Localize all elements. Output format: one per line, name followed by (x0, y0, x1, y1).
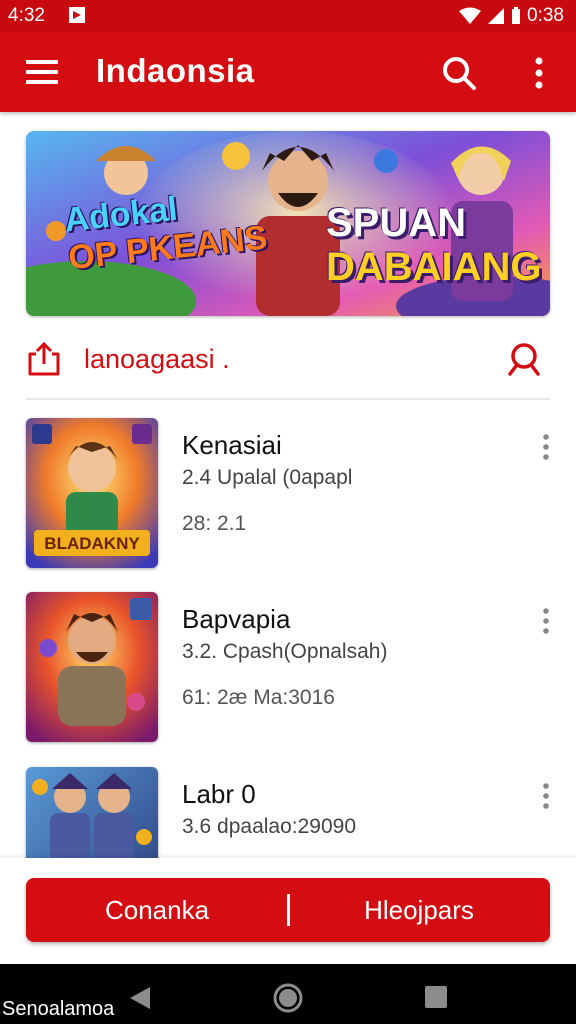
recent-apps-icon[interactable] (424, 985, 448, 1009)
search-icon[interactable] (438, 52, 480, 94)
game-extra: 28: 2.1 (182, 512, 247, 535)
thumbnail-text: BLADAKNY (44, 534, 140, 553)
status-icons: 0:38 (459, 5, 564, 27)
app-title: Indaonsia (96, 52, 255, 89)
more-vert-icon[interactable] (534, 781, 558, 811)
status-bar: 4:32 0:38 (0, 0, 576, 32)
game-meta: 3.6 dpaalao:29090 (182, 815, 356, 838)
section-title: lanoagaasi . (84, 344, 230, 374)
section-search-icon[interactable] (506, 340, 544, 378)
game-extra: 61: 2æ Ma:3016 (182, 686, 335, 709)
more-vert-icon[interactable] (534, 606, 558, 636)
banner-right-line1: SPUAN (326, 201, 467, 245)
game-meta: 3.2. Cpash(Opnalsah) (182, 640, 388, 663)
action-bar: Conanka Hleojpars (26, 878, 550, 942)
game-thumbnail: BLADAKNY (26, 418, 158, 568)
game-name: Kenasiai (182, 430, 282, 460)
wifi-icon (459, 7, 482, 24)
share-icon[interactable] (26, 340, 62, 378)
more-vert-icon[interactable] (534, 432, 558, 462)
banner-right-line2: DABAIANG (326, 245, 542, 289)
banner-title-right: SPUAN DABAIANG (326, 201, 542, 289)
game-name: Labr 0 (182, 779, 256, 809)
nav-label: Senoalamoa (2, 998, 115, 1020)
action-right-button[interactable]: Hleojpars (288, 878, 550, 942)
battery-text: 0:38 (527, 5, 564, 26)
action-left-button[interactable]: Conanka (26, 878, 288, 942)
more-vert-icon[interactable] (524, 52, 554, 94)
game-meta: 2.4 Upalal (0apapl (182, 466, 353, 489)
notification-icon (69, 7, 85, 23)
system-nav-bar: Senoalamoa (0, 964, 576, 1024)
bottom-action-panel: Conanka Hleojpars (0, 858, 576, 964)
battery-icon (512, 7, 521, 24)
list-item[interactable]: BLADAKNY Kenasiai 2.4 Upalal (0apapl 28:… (0, 418, 576, 578)
section-divider (26, 398, 550, 400)
game-thumbnail (26, 592, 158, 742)
menu-icon[interactable] (22, 54, 62, 90)
status-time: 4:32 (8, 5, 45, 26)
list-item[interactable]: Bapvapia 3.2. Cpash(Opnalsah) 61: 2æ Ma:… (0, 592, 576, 752)
game-thumbnail-art: BLADAKNY (26, 418, 158, 568)
game-name: Bapvapia (182, 604, 291, 634)
home-icon[interactable] (272, 982, 304, 1014)
signal-icon (488, 8, 505, 24)
app-bar: Indaonsia (0, 32, 576, 112)
game-thumbnail-art (26, 592, 158, 742)
promo-banner[interactable]: Adokal OP PKEANS SPUAN DABAIANG (26, 131, 550, 316)
back-icon[interactable] (126, 984, 154, 1012)
